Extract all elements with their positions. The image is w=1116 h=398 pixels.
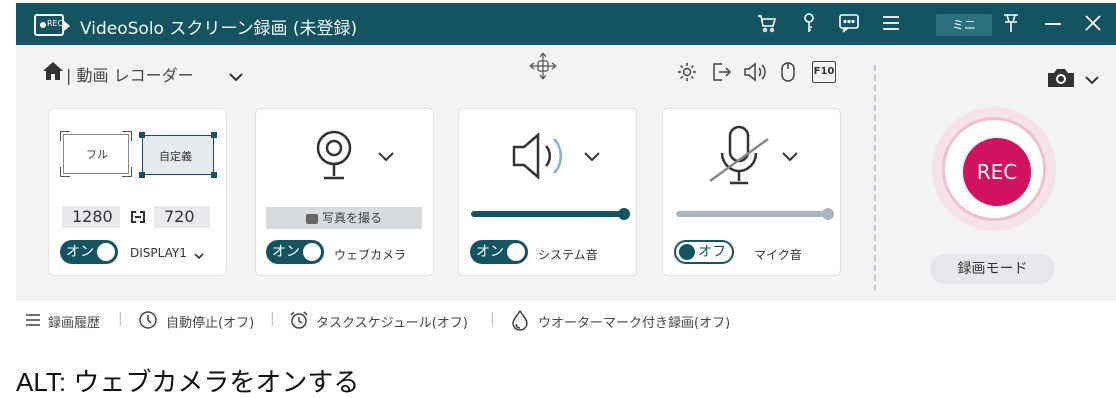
full-screen-option[interactable]: フル [60, 131, 132, 177]
mic-volume-knob[interactable] [822, 208, 834, 220]
system-volume-slider[interactable] [471, 211, 623, 217]
divider [874, 65, 876, 291]
mic-dropdown-chevron-icon[interactable] [780, 149, 800, 165]
menu-icon[interactable] [878, 11, 904, 37]
separator: | [118, 311, 123, 327]
gear-icon[interactable] [676, 61, 698, 83]
f10-icon[interactable]: F10 [812, 61, 836, 83]
webcam-dropdown-chevron-icon[interactable] [376, 149, 396, 165]
system-volume-knob[interactable] [618, 208, 630, 220]
webcam-icon[interactable] [312, 128, 356, 184]
mic-toggle-label: オフ [698, 244, 726, 260]
app-logo-icon: REC [34, 14, 70, 36]
speaker-icon[interactable] [742, 61, 768, 83]
auto-stop-icon[interactable] [138, 310, 158, 330]
recorder-dropdown-chevron-icon[interactable] [228, 68, 243, 82]
rec-button[interactable]: REC [963, 138, 1031, 206]
watermark-link[interactable]: ウオーターマーク付き録画(オフ) [538, 312, 730, 331]
width-input[interactable]: 1280 [62, 206, 120, 228]
cart-icon[interactable] [754, 11, 780, 37]
webcam-toggle[interactable]: オン [266, 240, 324, 264]
export-icon[interactable] [710, 61, 732, 83]
move-icon[interactable] [528, 51, 558, 81]
alt-caption: ALT: ウェブカメラをオンする [16, 367, 360, 397]
history-link[interactable]: 録画履歴 [48, 312, 100, 331]
schedule-icon[interactable] [288, 310, 310, 330]
system-speaker-icon[interactable] [510, 129, 576, 183]
full-label: フル [86, 148, 108, 161]
mic-volume-slider[interactable] [676, 211, 828, 217]
minimize-icon[interactable] [1040, 11, 1066, 37]
custom-area-option[interactable]: 自定義 [139, 132, 217, 178]
f10-label: F10 [813, 66, 835, 77]
system-sound-dropdown-chevron-icon[interactable] [582, 149, 602, 165]
auto-stop-link[interactable]: 自動停止(オフ) [166, 312, 254, 331]
camera-small-icon [305, 213, 318, 224]
record-mode-label: 録画モード [957, 261, 1028, 277]
link-ratio-icon[interactable] [128, 207, 148, 227]
system-sound-toggle[interactable]: オン [470, 240, 528, 264]
home-icon[interactable] [42, 61, 66, 81]
mic-label: マイク音 [754, 248, 802, 262]
separator: | [270, 311, 275, 327]
schedule-link[interactable]: タスクスケジュール(オフ) [316, 312, 468, 331]
camera-snapshot-icon[interactable] [1046, 67, 1076, 89]
record-mode-button[interactable]: 録画モード [930, 254, 1055, 284]
pin-icon[interactable] [998, 11, 1024, 37]
close-icon[interactable] [1080, 11, 1106, 37]
system-sound-toggle-label: オン [476, 244, 504, 260]
display-toggle-label: オン [66, 244, 94, 260]
window-title: VideoSolo スクリーン録画 (未登録) [80, 19, 358, 39]
take-photo-button[interactable]: 写真を撮る [266, 207, 422, 229]
mouse-icon[interactable] [778, 60, 798, 84]
camera-dropdown-chevron-icon[interactable] [1084, 71, 1099, 85]
webcam-label: ウェブカメラ [334, 248, 407, 262]
mic-muted-icon[interactable] [706, 125, 772, 187]
mini-mode-button[interactable]: ミニ [936, 14, 992, 36]
custom-label: 自定義 [159, 150, 192, 163]
title-bar: REC VideoSolo スクリーン録画 (未登録) ミニ [16, 3, 1116, 45]
system-sound-label: システム音 [538, 248, 598, 262]
key-icon[interactable] [796, 11, 822, 37]
display-toggle[interactable]: オン [60, 240, 118, 264]
app-window: REC VideoSolo スクリーン録画 (未登録) ミニ | 動画 レコーダ… [16, 3, 1116, 301]
history-icon[interactable] [24, 312, 42, 328]
take-photo-label: 写真を撮る [321, 211, 382, 225]
webcam-toggle-label: オン [272, 244, 300, 260]
separator: | [490, 311, 495, 327]
height-input[interactable]: 720 [154, 206, 210, 228]
mic-toggle[interactable]: オフ [674, 240, 734, 264]
rec-button-ring: REC [932, 107, 1056, 231]
display-dropdown-chevron-icon[interactable] [193, 246, 205, 260]
chat-icon[interactable] [836, 11, 862, 37]
display-name: DISPLAY1 [130, 246, 187, 260]
recorder-title[interactable]: | 動画 レコーダー [66, 62, 194, 86]
watermark-icon[interactable] [510, 309, 530, 331]
